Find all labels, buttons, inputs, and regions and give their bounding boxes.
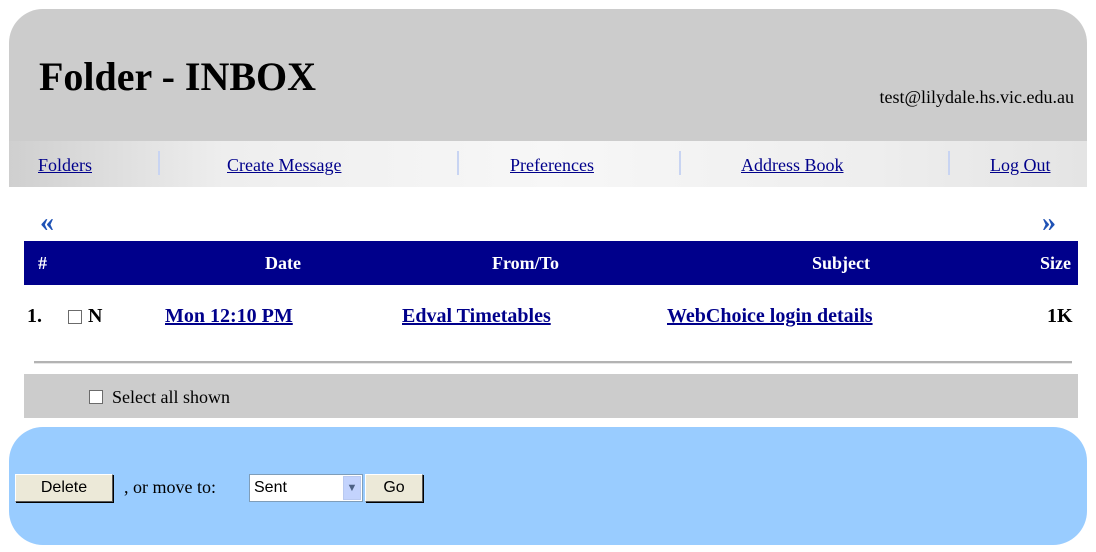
message-number: 1. [27, 305, 42, 327]
nav-folders-link[interactable]: Folders [38, 155, 92, 176]
message-status-flag: N [88, 305, 103, 327]
column-header-subject[interactable]: Subject [812, 253, 870, 274]
nav-separator [158, 151, 160, 175]
select-all-bar: Select all shown [24, 374, 1078, 418]
column-header-size[interactable]: Size [1040, 253, 1071, 274]
message-table-header: # Date From/To Subject Size [24, 241, 1078, 285]
user-email: test@lilydale.hs.vic.edu.au [879, 87, 1074, 107]
nav-log-out-link[interactable]: Log Out [990, 155, 1051, 176]
column-header-from-to[interactable]: From/To [492, 253, 559, 274]
nav-separator [679, 151, 681, 175]
nav-preferences-link[interactable]: Preferences [510, 155, 594, 176]
mail-page: Folder - INBOX test@lilydale.hs.vic.edu.… [9, 9, 1087, 545]
move-target-select[interactable]: Sent ▼ [249, 474, 363, 502]
divider [34, 361, 1072, 364]
next-page-icon[interactable]: » [1042, 209, 1056, 237]
message-date-link[interactable]: Mon 12:10 PM [165, 305, 293, 328]
column-header-date[interactable]: Date [265, 253, 301, 274]
delete-button[interactable]: Delete [15, 474, 113, 502]
column-header-number: # [38, 253, 47, 273]
message-size: 1K [1047, 305, 1073, 327]
previous-page-icon[interactable]: « [40, 209, 54, 237]
message-actions-panel: Delete , or move to: Sent ▼ Go [9, 427, 1087, 545]
page-title: Folder - INBOX [39, 54, 317, 99]
nav-create-message-link[interactable]: Create Message [227, 155, 341, 176]
move-target-value: Sent [254, 479, 287, 496]
move-to-label: , or move to: [124, 477, 216, 497]
nav-separator [948, 151, 950, 175]
nav-bar: Folders Create Message Preferences Addre… [9, 141, 1087, 187]
message-subject-link[interactable]: WebChoice login details [667, 305, 873, 328]
select-all-label: Select all shown [112, 387, 230, 407]
message-row: 1. N Mon 12:10 PM Edval Timetables WebCh… [24, 293, 1078, 333]
nav-separator [457, 151, 459, 175]
chevron-down-icon[interactable]: ▼ [343, 476, 361, 500]
nav-address-book-link[interactable]: Address Book [741, 155, 844, 176]
message-from-link[interactable]: Edval Timetables [402, 305, 551, 328]
go-button[interactable]: Go [365, 474, 423, 502]
message-select-checkbox[interactable] [68, 310, 82, 324]
select-all-checkbox[interactable] [89, 390, 103, 404]
